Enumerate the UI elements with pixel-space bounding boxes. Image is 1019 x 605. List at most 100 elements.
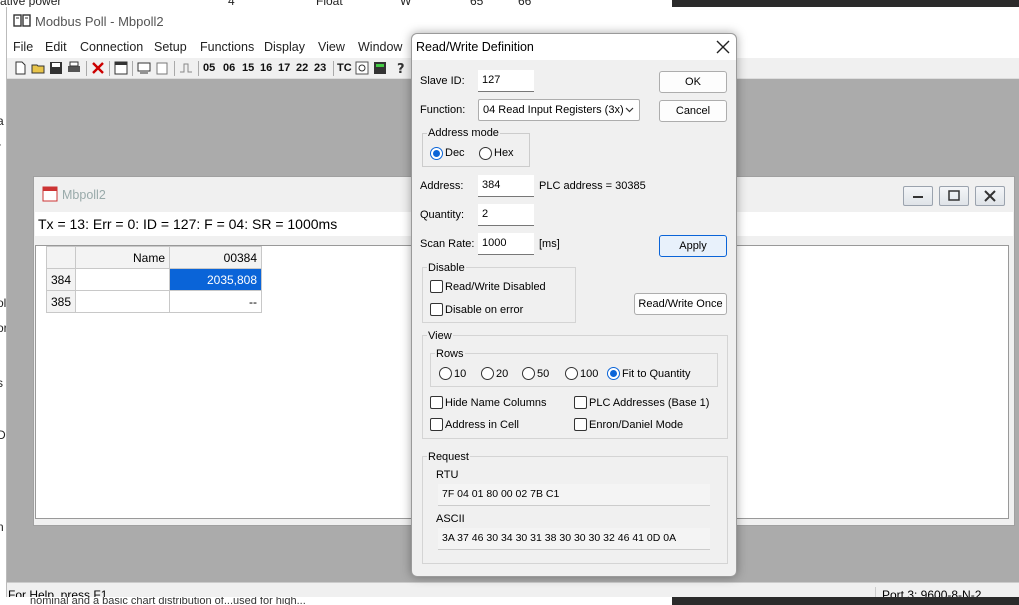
rtu-label: RTU <box>436 469 459 481</box>
tc-button[interactable]: TC <box>337 62 352 74</box>
chevron-down-icon <box>625 107 634 113</box>
menu-display[interactable]: Display <box>264 40 305 54</box>
function-22-button[interactable]: 22 <box>296 62 308 74</box>
close-child-button[interactable] <box>975 186 1005 206</box>
name-cell[interactable] <box>75 268 171 291</box>
background-char: s <box>0 376 3 390</box>
background-bottom-strip: nominal and a basic chart distribution o… <box>0 597 672 605</box>
rows-10-radio[interactable] <box>439 367 452 380</box>
restore-button[interactable] <box>939 186 969 206</box>
address-input[interactable]: 384 <box>478 175 534 197</box>
menu-functions[interactable]: Functions <box>200 40 254 54</box>
dialog-title: Read/Write Definition <box>416 40 534 54</box>
zoom-icon[interactable] <box>355 61 369 75</box>
address-in-cell-label: Address in Cell <box>445 419 519 431</box>
enron-daniel-mode-checkbox[interactable] <box>574 418 587 431</box>
ascii-label: ASCII <box>436 513 465 525</box>
function-23-button[interactable]: 23 <box>314 62 326 74</box>
plc-addresses-checkbox[interactable] <box>574 396 587 409</box>
toolbar-separator <box>333 61 334 76</box>
hex-radio[interactable] <box>479 147 492 160</box>
scan-rate-input[interactable]: 1000 <box>478 233 534 255</box>
view-group-label: View <box>427 330 453 342</box>
address-in-cell-checkbox[interactable] <box>430 418 443 431</box>
window-icon[interactable] <box>114 61 128 75</box>
read-write-disabled-label: Read/Write Disabled <box>445 281 546 293</box>
dialog-titlebar: Read/Write Definition <box>412 34 736 60</box>
apply-button[interactable]: Apply <box>659 235 727 257</box>
function-05-button[interactable]: 05 <box>203 62 215 74</box>
grid-corner <box>45 246 77 269</box>
quantity-input[interactable]: 2 <box>478 204 534 226</box>
name-cell[interactable] <box>75 290 171 313</box>
table-row: 384 2035,808 <box>45 268 263 291</box>
function-17-button[interactable]: 17 <box>278 62 290 74</box>
ok-button[interactable]: OK <box>659 71 727 93</box>
hide-name-columns-checkbox[interactable] <box>430 396 443 409</box>
ascii-request-text: 3A 37 46 30 34 30 31 38 30 30 30 32 46 4… <box>438 528 710 550</box>
value-column-header[interactable]: 00384 <box>169 246 263 269</box>
name-column-header[interactable]: Name <box>75 246 171 269</box>
function-16-button[interactable]: 16 <box>260 62 272 74</box>
read-write-icon[interactable] <box>137 61 151 75</box>
background-char: r <box>0 140 1 154</box>
app-title: Modbus Poll - Mbpoll2 <box>35 14 164 29</box>
dialog-close-button[interactable] <box>712 36 734 58</box>
help-icon[interactable]: ? <box>394 61 408 75</box>
monitor-icon[interactable] <box>373 61 387 75</box>
hide-name-columns-label: Hide Name Columns <box>445 397 547 409</box>
rows-fit-to-quantity-radio[interactable] <box>607 367 620 380</box>
read-write-disabled-checkbox[interactable] <box>430 280 443 293</box>
menu-file[interactable]: File <box>13 40 33 54</box>
address-mode-label: Address mode <box>427 127 500 139</box>
value-cell[interactable]: -- <box>169 290 263 313</box>
print-preview-icon[interactable] <box>155 61 169 75</box>
rows-50-label: 50 <box>537 368 550 380</box>
function-06-button[interactable]: 06 <box>223 62 235 74</box>
slave-id-input[interactable]: 127 <box>478 70 534 92</box>
menu-setup[interactable]: Setup <box>154 40 187 54</box>
background-char: a <box>0 114 4 128</box>
scan-rate-label: Scan Rate: <box>420 238 475 250</box>
rows-50-radio[interactable] <box>522 367 535 380</box>
minimize-button[interactable] <box>903 186 933 206</box>
pulse-icon[interactable] <box>179 61 193 75</box>
request-group-label: Request <box>427 451 470 463</box>
read-write-definition-dialog: Read/Write Definition Slave ID: 127 OK F… <box>411 33 737 577</box>
rows-10-label: 10 <box>454 368 467 380</box>
cancel-button[interactable]: Cancel <box>659 100 727 122</box>
svg-text:?: ? <box>397 62 405 75</box>
enron-daniel-mode-label: Enron/Daniel Mode <box>589 419 684 431</box>
open-folder-icon[interactable] <box>31 61 45 75</box>
function-select[interactable]: 04 Read Input Registers (3x) <box>478 99 640 121</box>
menu-edit[interactable]: Edit <box>45 40 67 54</box>
background-dark-region <box>672 597 1019 605</box>
menu-view[interactable]: View <box>318 40 345 54</box>
dec-radio[interactable] <box>430 147 443 160</box>
child-title: Mbpoll2 <box>62 188 106 202</box>
address-label: Address: <box>420 180 464 192</box>
rows-20-label: 20 <box>496 368 509 380</box>
save-icon[interactable] <box>49 61 63 75</box>
background-text: nominal and a basic chart distribution o… <box>30 597 306 605</box>
plc-address-text: PLC address = 30385 <box>539 180 646 192</box>
menu-connection[interactable]: Connection <box>80 40 143 54</box>
disable-on-error-label: Disable on error <box>445 304 524 316</box>
menu-window[interactable]: Window <box>358 40 402 54</box>
background-char: n <box>0 520 4 534</box>
function-15-button[interactable]: 15 <box>242 62 254 74</box>
value-cell[interactable]: 2035,808 <box>169 268 263 291</box>
print-icon[interactable] <box>67 61 81 75</box>
close-icon <box>716 40 730 54</box>
minimize-icon <box>913 196 923 198</box>
background-dark-region <box>672 0 1019 7</box>
rows-20-radio[interactable] <box>481 367 494 380</box>
read-write-once-button[interactable]: Read/Write Once <box>634 293 727 315</box>
background-char: D <box>0 428 6 442</box>
hex-label: Hex <box>494 147 514 159</box>
toolbar-separator <box>86 61 87 76</box>
disconnect-icon[interactable] <box>91 61 105 75</box>
disable-on-error-checkbox[interactable] <box>430 303 443 316</box>
new-file-icon[interactable] <box>13 61 27 75</box>
rows-100-radio[interactable] <box>565 367 578 380</box>
